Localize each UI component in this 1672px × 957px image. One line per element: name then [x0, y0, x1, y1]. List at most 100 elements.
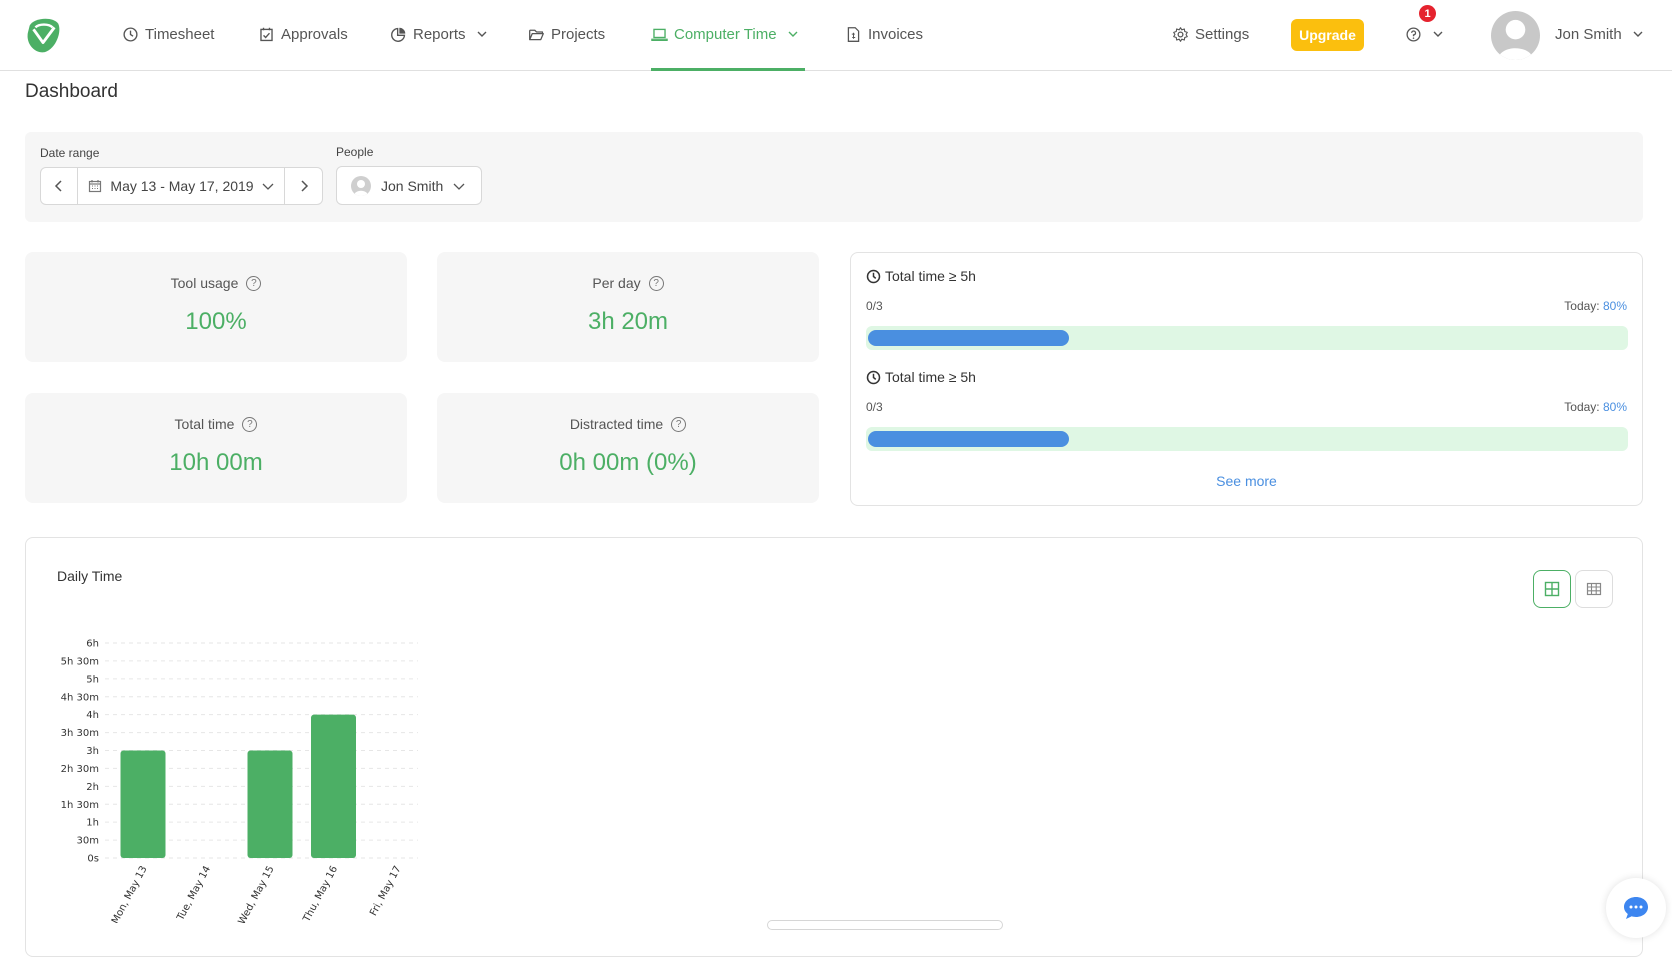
nav-invoices-label: Invoices [868, 25, 924, 43]
nav-timesheet-label: Timesheet [145, 25, 215, 43]
y-tick-label: 5h [86, 674, 99, 685]
help-icon[interactable]: ? [671, 416, 687, 432]
date-range-picker: May 13 - May 17, 2019 [40, 167, 323, 205]
goal-progress-track [866, 427, 1628, 451]
see-more-link[interactable]: See more [851, 473, 1642, 489]
user-avatar[interactable] [1491, 11, 1540, 60]
pie-chart-icon [391, 27, 406, 42]
chevron-down-icon [1633, 31, 1643, 37]
goal-title-text: Total time ≥ 5h [885, 369, 976, 385]
people-value: Jon Smith [381, 177, 444, 194]
nav-approvals[interactable]: Approvals [258, 22, 348, 46]
active-tab-indicator [651, 68, 805, 71]
y-tick-label: 2h [86, 782, 99, 793]
nav-projects[interactable]: Projects [528, 22, 605, 46]
chat-bubble-icon [1624, 897, 1648, 919]
goal-today-value: 80% [1602, 299, 1627, 313]
nav-projects-label: Projects [551, 25, 606, 43]
stat-value: 3h 20m [587, 308, 669, 335]
clock-icon [123, 26, 138, 42]
app-logo[interactable] [24, 16, 62, 54]
nav-computer-time-label: Computer Time [674, 25, 777, 43]
top-nav-bar: Timesheet Approvals Reports Projects Com… [0, 0, 1672, 71]
goal-progress-fill [868, 330, 1069, 346]
chevron-down-icon [1433, 31, 1443, 37]
y-tick-label: 3h 30m [61, 728, 99, 739]
help-icon[interactable]: ? [246, 275, 262, 291]
x-tick-label: Wed, May 15 [237, 864, 277, 923]
grid-large-icon [1544, 581, 1560, 597]
chevron-down-icon [262, 183, 274, 190]
x-tick-label: Tue, May 14 [175, 864, 213, 923]
laptop-icon [651, 28, 668, 41]
calendar-check-icon [260, 27, 273, 41]
nav-settings-label: Settings [1195, 25, 1250, 43]
goals-card: Total time ≥ 5h 0/3 Today: 80% Total tim… [850, 252, 1643, 506]
chart-title: Daily Time [57, 568, 123, 584]
chart-view-button[interactable] [1533, 570, 1571, 608]
date-range-dropdown[interactable]: May 13 - May 17, 2019 [78, 168, 285, 204]
help-menu-button[interactable] [1405, 22, 1444, 46]
nav-settings[interactable]: Settings [1172, 22, 1249, 46]
y-tick-label: 6h [86, 639, 99, 650]
clock-icon [866, 370, 881, 384]
stat-card-tool-usage: Tool usage? 100% [25, 252, 407, 362]
y-tick-label: 0s [87, 854, 99, 865]
goal-count: 0/3 [866, 400, 883, 414]
stat-card-total-time: Total time? 10h 00m [25, 393, 407, 503]
nav-reports[interactable]: Reports [390, 22, 488, 46]
y-tick-label: 5h 30m [61, 656, 99, 667]
chevron-down-icon [453, 183, 465, 190]
user-silhouette-icon [1497, 19, 1534, 60]
chat-button[interactable] [1606, 878, 1666, 938]
invoice-icon [847, 26, 860, 42]
nav-timesheet[interactable]: Timesheet [122, 22, 214, 46]
people-dropdown[interactable]: Jon Smith [336, 166, 482, 205]
previous-period-button[interactable] [41, 168, 78, 204]
chevron-left-icon [54, 180, 62, 192]
next-period-button[interactable] [285, 168, 322, 204]
nav-computer-time[interactable]: Computer Time [651, 22, 799, 46]
bottom-partial-box [767, 920, 1003, 930]
goal-today-label: Today: [1564, 299, 1600, 313]
goal-today: Today: 80% [1564, 400, 1627, 414]
y-tick-label: 4h 30m [61, 692, 99, 703]
x-tick-label: Thu, May 16 [301, 864, 340, 923]
table-view-button[interactable] [1575, 570, 1613, 608]
folder-icon [529, 29, 544, 40]
goal-count: 0/3 [866, 299, 883, 313]
help-icon[interactable]: ? [648, 275, 664, 291]
people-avatar-icon [351, 175, 371, 196]
bar [247, 750, 293, 858]
page-title: Dashboard [25, 81, 118, 102]
date-range-value: May 13 - May 17, 2019 [110, 178, 254, 194]
stat-value: 10h 00m [169, 449, 263, 476]
nav-approvals-label: Approvals [281, 25, 348, 43]
y-tick-label: 1h 30m [61, 800, 99, 811]
goal-today-label: Today: [1564, 400, 1600, 414]
stat-card-distracted-time: Distracted time? 0h 00m (0%) [437, 393, 819, 503]
people-label: People [336, 145, 374, 159]
y-tick-label: 4h [86, 710, 99, 721]
user-name: Jon Smith [1555, 25, 1622, 43]
chevron-down-icon [477, 31, 487, 37]
goal-title: Total time ≥ 5h [866, 369, 976, 385]
bar [311, 714, 356, 858]
goal-progress-fill [868, 431, 1069, 447]
nav-invoices[interactable]: Invoices [845, 22, 923, 46]
upgrade-button[interactable]: Upgrade [1291, 19, 1364, 51]
goal-progress-track [866, 326, 1628, 350]
user-menu[interactable]: Jon Smith [1555, 22, 1644, 46]
stat-label: Tool usage [170, 275, 239, 291]
y-tick-label: 1h [86, 818, 99, 829]
goal-today: Today: 80% [1564, 299, 1627, 313]
goal-title: Total time ≥ 5h [866, 268, 976, 284]
stat-label: Per day [592, 275, 641, 291]
help-icon [1406, 26, 1421, 42]
help-icon[interactable]: ? [242, 416, 258, 432]
x-tick-label: Mon, May 13 [110, 864, 150, 923]
bar [120, 750, 166, 858]
x-tick-label: Fri, May 17 [368, 864, 403, 918]
chevron-right-icon [300, 180, 308, 192]
chevron-down-icon [788, 31, 798, 37]
